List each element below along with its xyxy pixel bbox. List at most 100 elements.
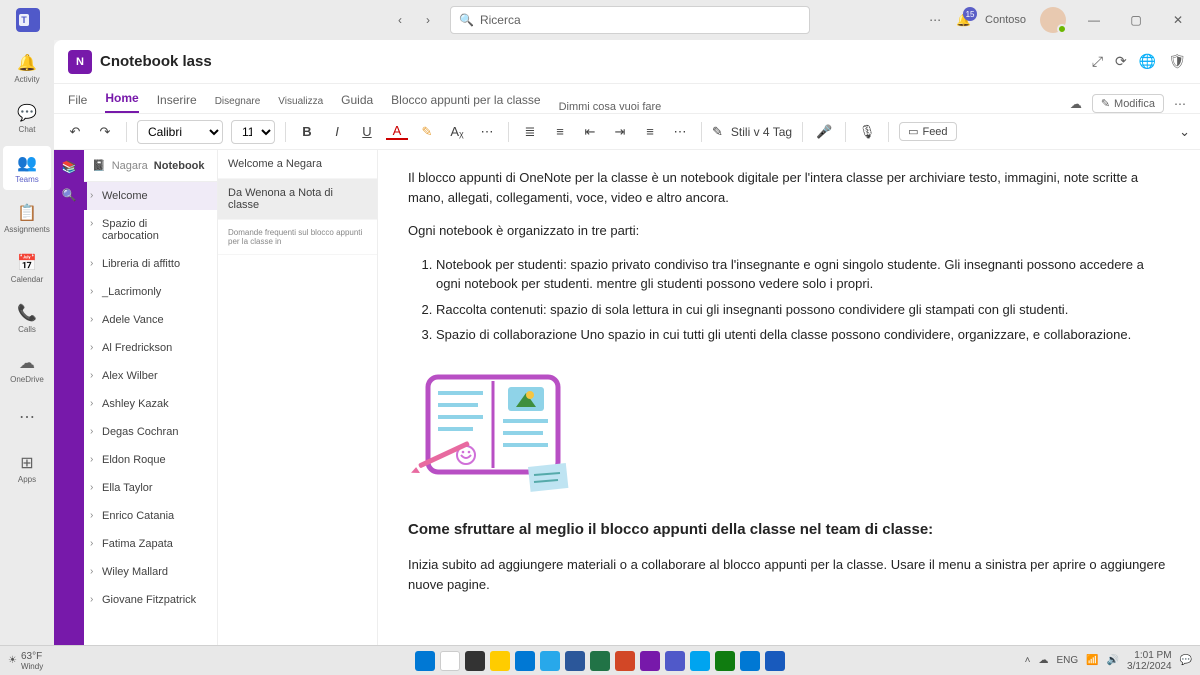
tab-home[interactable]: Home: [105, 91, 138, 113]
app-icon[interactable]: [690, 651, 710, 671]
section-item[interactable]: _Lacrimonly: [84, 278, 217, 306]
section-item[interactable]: Alex Wilber: [84, 362, 217, 390]
clock-date[interactable]: 3/12/2024: [1127, 661, 1172, 672]
styles-dropdown[interactable]: Stili v 4 Tag: [731, 125, 792, 139]
minimize-button[interactable]: —: [1080, 13, 1108, 27]
onedrive-tray-icon[interactable]: ☁: [1038, 655, 1048, 666]
section-item[interactable]: Giovane Fitzpatrick: [84, 586, 217, 614]
highlight-button[interactable]: ✎: [416, 124, 438, 140]
rail-teams[interactable]: 👥Teams: [3, 146, 51, 190]
outlook-icon[interactable]: [540, 651, 560, 671]
section-item[interactable]: Eldon Roque: [84, 446, 217, 474]
excel-icon[interactable]: [590, 651, 610, 671]
section-item[interactable]: Wiley Mallard: [84, 558, 217, 586]
notebooks-icon[interactable]: 📚: [62, 160, 77, 174]
ribbon-more[interactable]: ⋯: [1174, 97, 1186, 111]
section-item[interactable]: Ella Taylor: [84, 474, 217, 502]
close-button[interactable]: ✕: [1164, 13, 1192, 27]
mic-button[interactable]: 🎙: [856, 124, 878, 140]
fontsize-select[interactable]: 11: [231, 120, 275, 144]
notifications-tray-icon[interactable]: 💬: [1180, 655, 1192, 666]
font-select[interactable]: Calibri: [137, 120, 223, 144]
clock-time[interactable]: 1:01 PM: [1127, 650, 1172, 661]
rail-chat[interactable]: 💬Chat: [3, 96, 51, 140]
powerpoint-icon[interactable]: [615, 651, 635, 671]
numbering-button[interactable]: ≡: [549, 124, 571, 139]
search-box[interactable]: 🔍 Ricerca: [450, 6, 810, 34]
fontcolor-button[interactable]: A: [386, 123, 408, 140]
rail-assignments[interactable]: 📋Assignments: [3, 196, 51, 240]
notifications-button[interactable]: 🔔 15: [956, 13, 971, 27]
section-item[interactable]: Al Fredrickson: [84, 334, 217, 362]
edge-icon[interactable]: [515, 651, 535, 671]
section-item[interactable]: Fatima Zapata: [84, 530, 217, 558]
undo-button[interactable]: ↶: [64, 124, 86, 140]
tab-insert[interactable]: Inserire: [157, 93, 197, 113]
rail-more[interactable]: ⋯: [3, 396, 51, 440]
page-item[interactable]: Welcome a Negara: [218, 150, 377, 179]
tab-file[interactable]: File: [68, 93, 87, 113]
rail-activity[interactable]: 🔔Activity: [3, 46, 51, 90]
toolbar-more2[interactable]: ⋯: [669, 124, 691, 140]
page-content[interactable]: Il blocco appunti di OneNote per la clas…: [378, 150, 1200, 656]
section-item[interactable]: Enrico Catania: [84, 502, 217, 530]
network-icon[interactable]: 📶: [1086, 655, 1098, 666]
word-icon[interactable]: [565, 651, 585, 671]
rail-calls[interactable]: 📞Calls: [3, 296, 51, 340]
forward-button[interactable]: ›: [416, 8, 440, 32]
tray-chevron[interactable]: ˄: [1025, 655, 1031, 666]
italic-button[interactable]: I: [326, 124, 348, 139]
start-icon[interactable]: [415, 651, 435, 671]
rail-apps[interactable]: ⊞Apps: [3, 446, 51, 490]
clearformat-button[interactable]: Aᵪ: [446, 124, 468, 139]
section-item[interactable]: Libreria di affitto: [84, 250, 217, 278]
toolbar-collapse[interactable]: ⌄: [1179, 124, 1190, 140]
dictate-button[interactable]: 🎤: [813, 124, 835, 140]
toolbar-more1[interactable]: ⋯: [476, 124, 498, 140]
weather-widget[interactable]: ☀ 63°F Windy: [8, 651, 43, 671]
teams-taskbar-icon[interactable]: [665, 651, 685, 671]
back-button[interactable]: ‹: [388, 8, 412, 32]
tab-help[interactable]: Guida: [341, 93, 373, 113]
redo-button[interactable]: ↷: [94, 124, 116, 140]
vscode-icon[interactable]: [740, 651, 760, 671]
onenote-icon[interactable]: [640, 651, 660, 671]
lang-indicator[interactable]: ENG: [1056, 655, 1078, 666]
align-button[interactable]: ≡: [639, 124, 661, 139]
section-welcome[interactable]: Welcome: [84, 182, 217, 210]
feed-button[interactable]: ▭Feed: [899, 122, 956, 141]
search-icon[interactable]: [440, 651, 460, 671]
indent-button[interactable]: ⇥: [609, 124, 631, 140]
rail-onedrive[interactable]: ☁OneDrive: [3, 346, 51, 390]
tab-view[interactable]: Visualizza: [278, 96, 323, 113]
cloud-sync-icon[interactable]: ☁: [1070, 97, 1082, 111]
section-item[interactable]: Adele Vance: [84, 306, 217, 334]
breadcrumb[interactable]: 📓 Nagara Notebook: [84, 150, 217, 182]
page-item-selected[interactable]: Da Wenona a Nota di classe: [218, 179, 377, 220]
section-item[interactable]: Spazio di carbocation: [84, 210, 217, 250]
page-item[interactable]: Domande frequenti sul blocco appunti per…: [218, 220, 377, 255]
globe-icon[interactable]: 🌐: [1139, 53, 1156, 70]
outdent-button[interactable]: ⇤: [579, 124, 601, 140]
section-item[interactable]: Ashley Kazak: [84, 390, 217, 418]
rail-calendar[interactable]: 📅Calendar: [3, 246, 51, 290]
search-pages-icon[interactable]: 🔍: [62, 188, 77, 202]
volume-icon[interactable]: 🔊: [1107, 655, 1119, 666]
tell-me[interactable]: Dimmi cosa vuoi fare: [559, 101, 662, 113]
popout-icon[interactable]: ⤢: [1092, 53, 1103, 70]
taskview-icon[interactable]: [465, 651, 485, 671]
app-icon[interactable]: [765, 651, 785, 671]
user-avatar[interactable]: [1040, 7, 1066, 33]
bullets-button[interactable]: ≣: [519, 124, 541, 140]
refresh-icon[interactable]: ⟳: [1115, 53, 1127, 70]
more-menu[interactable]: ⋯: [929, 13, 942, 27]
section-item[interactable]: Degas Cochran: [84, 418, 217, 446]
tab-draw[interactable]: Disegnare: [215, 96, 261, 113]
edit-mode-button[interactable]: ✎Modifica: [1092, 94, 1164, 113]
bold-button[interactable]: B: [296, 124, 318, 139]
maximize-button[interactable]: ▢: [1122, 13, 1150, 27]
app-icon[interactable]: [715, 651, 735, 671]
underline-button[interactable]: U: [356, 124, 378, 139]
explorer-icon[interactable]: [490, 651, 510, 671]
shield-icon[interactable]: 🛡: [1168, 53, 1186, 70]
